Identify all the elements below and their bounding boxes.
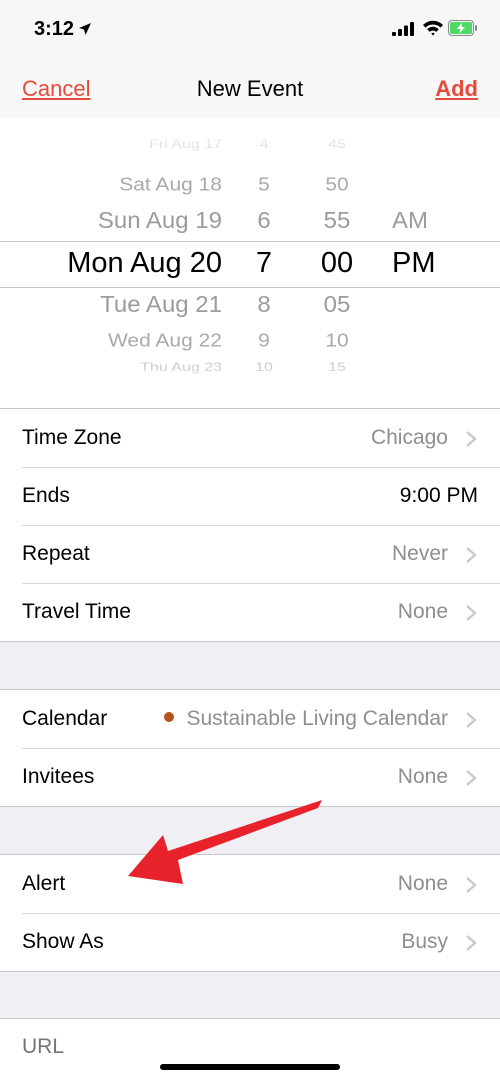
travel-time-row[interactable]: Travel Time None	[0, 583, 500, 641]
picker-row[interactable]: Thu Aug 23 10 15	[0, 357, 500, 379]
picker-date: Wed Aug 22	[107, 330, 222, 351]
alert-row[interactable]: Alert None	[0, 855, 500, 913]
picker-row-selected[interactable]: Mon Aug 20 7 00 PM	[0, 248, 500, 278]
ends-row[interactable]: Ends 9:00 PM	[0, 467, 500, 525]
calendar-value: Sustainable Living Calendar	[164, 707, 448, 731]
travel-time-label: Travel Time	[22, 600, 131, 623]
nav-bar: Cancel New Event Add	[0, 62, 500, 118]
calendar-row[interactable]: Calendar Sustainable Living Calendar	[0, 690, 500, 748]
picker-hour: 10	[255, 361, 273, 374]
settings-group-alert: Alert None Show As Busy	[0, 854, 500, 972]
picker-hour: 8	[257, 291, 271, 318]
url-input[interactable]	[22, 1035, 462, 1059]
picker-date: Fri Aug 17	[149, 138, 222, 151]
chevron-right-icon	[466, 605, 477, 621]
status-bar: 3:12	[0, 0, 500, 62]
chevron-right-icon	[466, 877, 477, 893]
repeat-label: Repeat	[22, 542, 90, 565]
url-row	[0, 1018, 500, 1084]
alert-label: Alert	[22, 872, 66, 895]
show-as-value: Busy	[401, 930, 448, 953]
chevron-right-icon	[466, 431, 477, 447]
picker-hour: 7	[255, 247, 273, 279]
chevron-right-icon	[466, 770, 477, 786]
chevron-right-icon	[466, 712, 477, 728]
time-zone-row[interactable]: Time Zone Chicago	[0, 409, 500, 467]
chevron-right-icon	[466, 935, 477, 951]
picker-minute: 00	[320, 247, 354, 279]
alert-value: None	[397, 872, 448, 895]
time-zone-label: Time Zone	[22, 426, 122, 449]
repeat-row[interactable]: Repeat Never	[0, 525, 500, 583]
cancel-button[interactable]: Cancel	[22, 76, 90, 102]
show-as-row[interactable]: Show As Busy	[0, 913, 500, 971]
picker-hour: 9	[258, 330, 270, 351]
add-button[interactable]: Add	[435, 76, 478, 102]
show-as-label: Show As	[22, 930, 104, 953]
invitees-label: Invitees	[22, 765, 95, 788]
picker-date: Mon Aug 20	[67, 247, 222, 279]
picker-hour: 4	[259, 138, 269, 151]
date-time-picker[interactable]: Fri Aug 17 4 45 Sat Aug 18 5 50 Sun Aug 19 6 55 A…	[0, 118, 500, 408]
picker-minute: 05	[323, 291, 351, 318]
picker-minute: 50	[325, 174, 349, 195]
picker-row[interactable]: Sat Aug 18 5 50	[0, 172, 500, 199]
picker-date: Sun Aug 19	[97, 207, 222, 234]
settings-group-calendar: Calendar Sustainable Living Calendar Inv…	[0, 689, 500, 807]
cellular-signal-icon	[392, 22, 414, 36]
battery-charging-icon	[448, 20, 477, 36]
chevron-right-icon	[466, 547, 477, 563]
location-arrow-icon	[79, 23, 91, 35]
ends-value: 9:00 PM	[399, 484, 478, 507]
picker-hour: 5	[258, 174, 270, 195]
calendar-label: Calendar	[22, 707, 108, 730]
home-indicator[interactable]	[160, 1064, 340, 1070]
picker-row[interactable]: Fri Aug 17 4 45	[0, 134, 500, 156]
time-zone-value: Chicago	[370, 426, 448, 449]
picker-date: Tue Aug 21	[100, 291, 222, 318]
status-time: 3:12	[34, 18, 75, 40]
wifi-icon	[423, 20, 443, 36]
repeat-value: Never	[391, 542, 448, 565]
picker-ampm: PM	[392, 247, 436, 279]
picker-minute: 15	[328, 361, 346, 374]
settings-group-time: Time Zone Chicago Ends 9:00 PM Repeat Ne…	[0, 408, 500, 642]
calendar-name: Sustainable Living Calendar	[186, 707, 448, 730]
picker-minute: 45	[328, 138, 346, 151]
picker-minute: 10	[325, 330, 349, 351]
invitees-value: None	[397, 765, 448, 788]
ends-label: Ends	[22, 484, 70, 507]
picker-minute: 55	[323, 207, 351, 234]
picker-row[interactable]: Wed Aug 22 9 10	[0, 328, 500, 355]
picker-date: Thu Aug 23	[140, 361, 222, 374]
travel-time-value: None	[397, 600, 448, 623]
picker-row[interactable]: Tue Aug 21 8 05	[0, 290, 500, 319]
picker-ampm: AM	[392, 207, 428, 234]
picker-row[interactable]: Sun Aug 19 6 55 AM	[0, 206, 500, 235]
picker-date: Sat Aug 18	[119, 174, 222, 195]
invitees-row[interactable]: Invitees None	[0, 748, 500, 806]
picker-hour: 6	[257, 207, 271, 234]
calendar-color-dot	[164, 712, 175, 723]
